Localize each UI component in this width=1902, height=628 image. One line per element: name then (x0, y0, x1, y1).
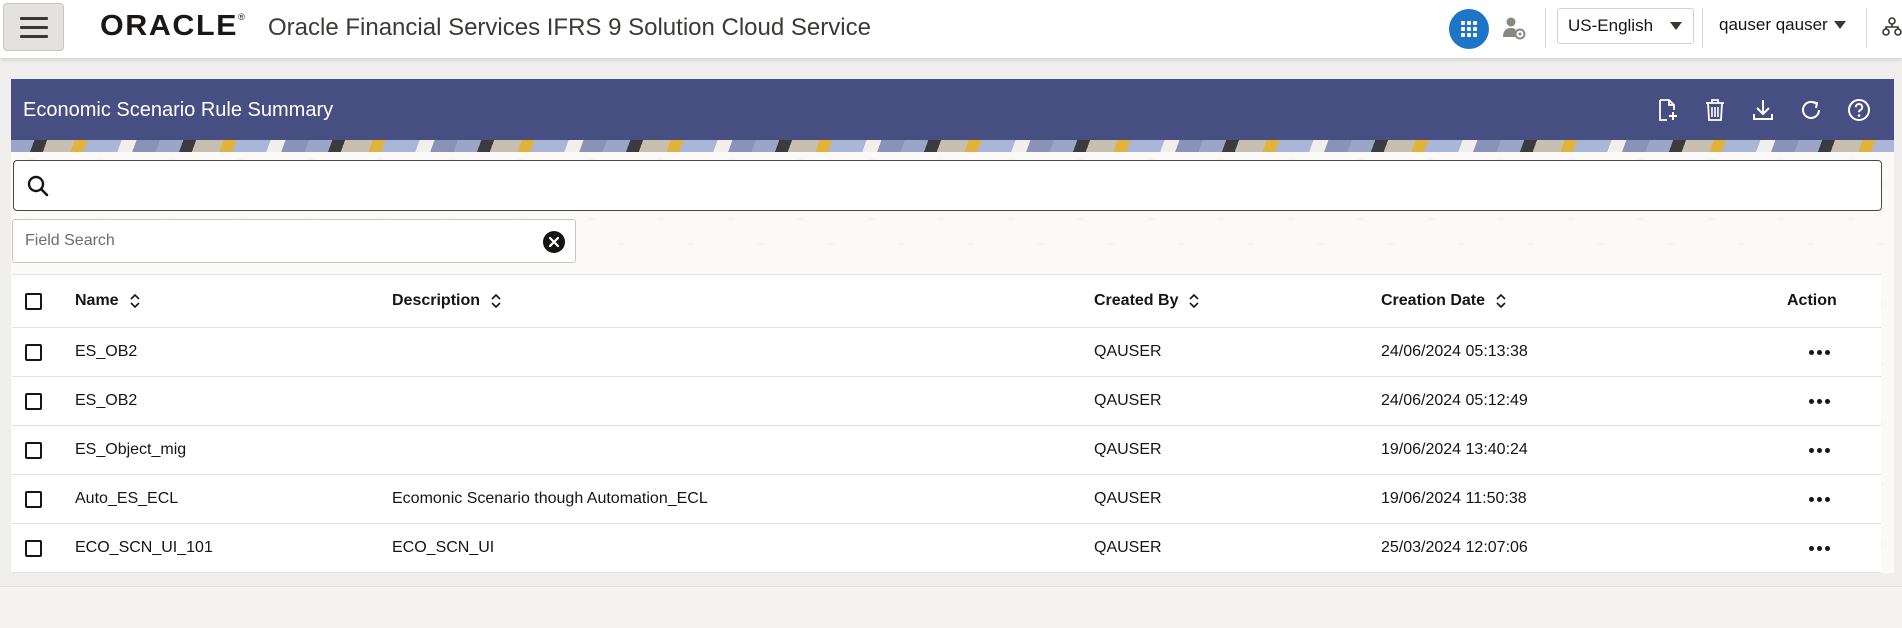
column-header-description[interactable]: Description (392, 275, 502, 327)
column-header-name[interactable]: Name (75, 275, 141, 327)
grid-icon (1461, 21, 1477, 37)
add-icon (1659, 99, 1677, 121)
language-value: US-English (1568, 16, 1654, 35)
cell-creation-date: 25/03/2024 12:07:06 (1381, 539, 1528, 556)
column-header-creation-date[interactable]: Creation Date (1381, 275, 1507, 327)
cell-description: ECO_SCN_UI (392, 539, 495, 556)
sort-icon (130, 293, 140, 309)
cell-created-by: QAUSER (1094, 539, 1162, 556)
delete-icon (1706, 99, 1724, 121)
cell-created-by: QAUSER (1094, 343, 1162, 360)
cell-creation-date: 19/06/2024 13:40:24 (1381, 441, 1528, 458)
table-row[interactable]: Auto_ES_ECL Ecomonic Scenario though Aut… (12, 475, 1881, 524)
hamburger-line (19, 25, 48, 29)
delete-button[interactable] (1701, 96, 1729, 124)
select-all-cell (25, 275, 42, 327)
cell-created-by: QAUSER (1094, 441, 1162, 458)
user-menu[interactable]: qauser qauser (1719, 8, 1849, 44)
download-icon (1753, 100, 1773, 120)
chevron-down-icon (1670, 22, 1682, 30)
hamburger-line (19, 34, 48, 38)
top-bar: ORACLE® Oracle Financial Services IFRS 9… (0, 0, 1902, 58)
decorative-banner (11, 140, 1894, 152)
add-button[interactable] (1653, 96, 1681, 124)
column-header-label: Action (1787, 292, 1837, 309)
divider (1702, 8, 1703, 48)
cell-creation-date: 24/06/2024 05:13:38 (1381, 343, 1528, 360)
rules-table: Name Description Created By Creation Dat… (12, 274, 1881, 573)
cell-name: Auto_ES_ECL (75, 490, 179, 507)
sort-icon (1189, 293, 1200, 309)
divider (1545, 8, 1546, 48)
panel-header: Economic Scenario Rule Summary (11, 79, 1894, 140)
search-icon (27, 175, 49, 197)
apps-grid-button[interactable] (1449, 9, 1489, 49)
more-actions-icon[interactable] (1805, 540, 1834, 557)
table-header-row: Name Description Created By Creation Dat… (12, 275, 1881, 328)
divider (1866, 8, 1867, 48)
sort-icon (491, 293, 501, 309)
more-actions-icon[interactable] (1805, 344, 1834, 361)
app-title: Oracle Financial Services IFRS 9 Solutio… (268, 14, 871, 41)
search-bar[interactable] (13, 160, 1882, 211)
row-checkbox[interactable] (25, 441, 42, 459)
more-actions-icon[interactable] (1805, 393, 1834, 410)
help-icon (1848, 99, 1870, 121)
column-header-label: Description (392, 292, 481, 309)
hamburger-line (19, 16, 48, 20)
table-row[interactable]: ES_Object_mig QAUSER 19/06/2024 13:40:24 (12, 426, 1881, 475)
cell-creation-date: 24/06/2024 05:12:49 (1381, 392, 1528, 409)
user-name: qauser qauser (1719, 15, 1828, 34)
refresh-icon (1802, 100, 1820, 119)
cell-creation-date: 19/06/2024 11:50:38 (1381, 490, 1527, 507)
clear-icon[interactable] (543, 231, 565, 253)
page-title: Economic Scenario Rule Summary (23, 99, 334, 121)
page-footer (0, 586, 1902, 628)
row-checkbox[interactable] (25, 490, 42, 508)
sort-icon (1496, 293, 1506, 309)
cell-name: ECO_SCN_UI_101 (75, 539, 213, 556)
cell-name: ES_OB2 (75, 343, 138, 360)
help-button[interactable] (1845, 96, 1873, 124)
hierarchy-icon[interactable] (1882, 16, 1902, 38)
language-select[interactable]: US-English (1557, 8, 1694, 44)
cell-name: ES_Object_mig (75, 441, 187, 458)
cell-description: Ecomonic Scenario though Automation_ECL (392, 490, 708, 507)
column-header-label: Created By (1094, 292, 1179, 309)
field-search-input[interactable] (13, 220, 533, 262)
refresh-button[interactable] (1797, 96, 1825, 124)
download-button[interactable] (1749, 96, 1777, 124)
hamburger-menu-button[interactable] (3, 3, 64, 51)
close-icon (548, 236, 560, 248)
row-checkbox[interactable] (25, 392, 42, 410)
more-actions-icon[interactable] (1805, 491, 1834, 508)
summary-panel: Economic Scenario Rule Summary Field Sea… (11, 79, 1894, 573)
row-checkbox[interactable] (25, 343, 42, 361)
row-checkbox[interactable] (25, 539, 42, 557)
table-row[interactable]: ES_OB2 QAUSER 24/06/2024 05:12:49 (12, 377, 1881, 426)
user-settings-icon[interactable] (1501, 15, 1527, 41)
column-header-label: Creation Date (1381, 292, 1486, 309)
cell-created-by: QAUSER (1094, 392, 1162, 409)
oracle-logo: ORACLE® (100, 10, 245, 42)
column-header-created-by[interactable]: Created By (1094, 275, 1200, 327)
select-all-checkbox[interactable] (25, 292, 42, 310)
column-header-action: Action (1787, 275, 1837, 327)
column-header-label: Name (75, 292, 119, 309)
table-row[interactable]: ES_OB2 QAUSER 24/06/2024 05:13:38 (12, 328, 1881, 377)
chevron-down-icon (1834, 21, 1846, 29)
field-search[interactable] (12, 219, 576, 263)
more-actions-icon[interactable] (1805, 442, 1834, 459)
table-row[interactable]: ECO_SCN_UI_101 ECO_SCN_UI QAUSER 25/03/2… (12, 524, 1881, 573)
cell-created-by: QAUSER (1094, 490, 1162, 507)
cell-name: ES_OB2 (75, 392, 138, 409)
